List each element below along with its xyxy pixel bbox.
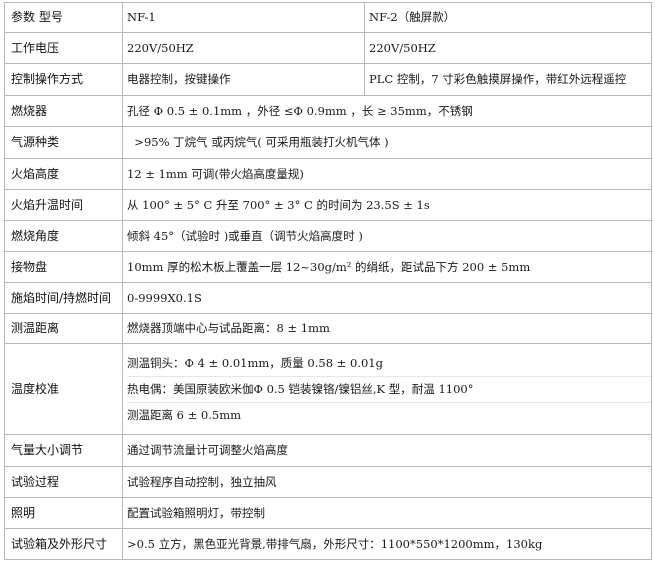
row-value: 孔径 Φ 0.5 ± 0.1mm ，外径 ≤Φ 0.9mm ，长 ≥ 35mm，… xyxy=(122,95,652,127)
spec-table: 参数 型号 NF-1 NF-2（触屏款） 工作电压 220V/50HZ 220V… xyxy=(4,2,652,560)
row-label: 气量大小调节 xyxy=(4,434,123,467)
table-row-distance: 测温距离 燃烧器顶端中心与试品距离：8 ± 1mm xyxy=(4,313,652,344)
row-value: 10mm 厚的松木板上覆盖一层 12~30g/m² 的绢纸，距试品下方 200 … xyxy=(122,251,652,283)
table-row-lighting: 照明 配置试验箱照明灯，带控制 xyxy=(4,497,652,529)
row-label: 照明 xyxy=(4,497,123,529)
row-value: 12 ± 1mm 可调(带火焰高度量规) xyxy=(122,158,652,190)
cell-nf2: 220V/50HZ xyxy=(364,32,652,64)
table-row-burner: 燃烧器 孔径 Φ 0.5 ± 0.1mm ，外径 ≤Φ 0.9mm ，长 ≥ 3… xyxy=(4,95,652,127)
row-label: 燃烧器 xyxy=(4,95,123,127)
table-row-calibration: 温度校准 测温铜头：Φ 4 ± 0.01mm，质量 0.58 ± 0.01g 热… xyxy=(4,343,652,435)
row-label: 燃烧角度 xyxy=(4,220,123,252)
row-value: 试验程序自动控制，独立抽风 xyxy=(122,466,652,498)
row-value: 倾斜 45°（试验时 )或垂直（调节火焰高度时 ) xyxy=(122,220,652,252)
table-row-tray: 接物盘 10mm 厚的松木板上覆盖一层 12~30g/m² 的绢纸，距试品下方 … xyxy=(4,251,652,283)
table-row-angle: 燃烧角度 倾斜 45°（试验时 )或垂直（调节火焰高度时 ) xyxy=(4,220,652,252)
table-row-gas: 气源种类 >95% 丁烷气 或丙烷气( 可采用瓶装打火机气体 ) xyxy=(4,126,652,159)
cell-nf2: PLC 控制，7 寸彩色触摸屏操作，带红外远程遥控 xyxy=(364,63,652,96)
row-label: 试验箱及外形尺寸 xyxy=(4,528,123,560)
calibration-line: 测温距离 6 ± 0.5mm xyxy=(127,401,651,428)
row-label: 接物盘 xyxy=(4,251,123,283)
row-label: 施焰时间/持燃时间 xyxy=(4,282,123,314)
cell-nf1: 220V/50HZ xyxy=(122,32,365,64)
cell-nf1: 电器控制，按键操作 xyxy=(122,63,365,96)
row-value: 从 100° ± 5° C 升至 700° ± 3° C 的时间为 23.5S … xyxy=(122,189,652,221)
table-row-dimensions: 试验箱及外形尺寸 >0.5 立方，黑色亚光背景,带排气扇，外形尺寸：1100*5… xyxy=(4,528,652,560)
row-value: 0-9999X0.1S xyxy=(122,282,652,314)
row-label: 参数 型号 xyxy=(4,2,123,33)
table-row-control: 控制操作方式 电器控制，按键操作 PLC 控制，7 寸彩色触摸屏操作，带红外远程… xyxy=(4,63,652,96)
table-row-timer: 施焰时间/持燃时间 0-9999X0.1S xyxy=(4,282,652,314)
calibration-line: 测温铜头：Φ 4 ± 0.01mm，质量 0.58 ± 0.01g xyxy=(127,355,383,370)
row-label: 试验过程 xyxy=(4,466,123,498)
row-value: 测温铜头：Φ 4 ± 0.01mm，质量 0.58 ± 0.01g 热电偶：美国… xyxy=(122,343,652,435)
table-row-flame-height: 火焰高度 12 ± 1mm 可调(带火焰高度量规) xyxy=(4,158,652,190)
calibration-line: 热电偶：美国原装欧米伽Φ 0.5 铠装镍铬/镍铝丝,K 型，耐温 1100° xyxy=(127,375,651,402)
row-value: 配置试验箱照明灯，带控制 xyxy=(122,497,652,529)
table-row-process: 试验过程 试验程序自动控制，独立抽风 xyxy=(4,466,652,498)
cell-nf1: NF-1 xyxy=(122,2,365,33)
cell-nf2: NF-2（触屏款） xyxy=(364,2,652,33)
row-value: 燃烧器顶端中心与试品距离：8 ± 1mm xyxy=(122,313,652,344)
row-label: 温度校准 xyxy=(4,343,123,435)
table-row-gas-adjust: 气量大小调节 通过调节流量计可调整火焰高度 xyxy=(4,434,652,467)
row-label: 测温距离 xyxy=(4,313,123,344)
row-label: 火焰升温时间 xyxy=(4,189,123,221)
row-label: 控制操作方式 xyxy=(4,63,123,96)
row-label: 火焰高度 xyxy=(4,158,123,190)
table-row-model: 参数 型号 NF-1 NF-2（触屏款） xyxy=(4,2,652,33)
row-label: 气源种类 xyxy=(4,126,123,159)
table-row-heat-time: 火焰升温时间 从 100° ± 5° C 升至 700° ± 3° C 的时间为… xyxy=(4,189,652,221)
row-label: 工作电压 xyxy=(4,32,123,64)
table-row-voltage: 工作电压 220V/50HZ 220V/50HZ xyxy=(4,32,652,64)
row-value: >95% 丁烷气 或丙烷气( 可采用瓶装打火机气体 ) xyxy=(122,126,652,159)
row-value: >0.5 立方，黑色亚光背景,带排气扇，外形尺寸：1100*550*1200mm… xyxy=(122,528,652,560)
row-value: 通过调节流量计可调整火焰高度 xyxy=(122,434,652,467)
